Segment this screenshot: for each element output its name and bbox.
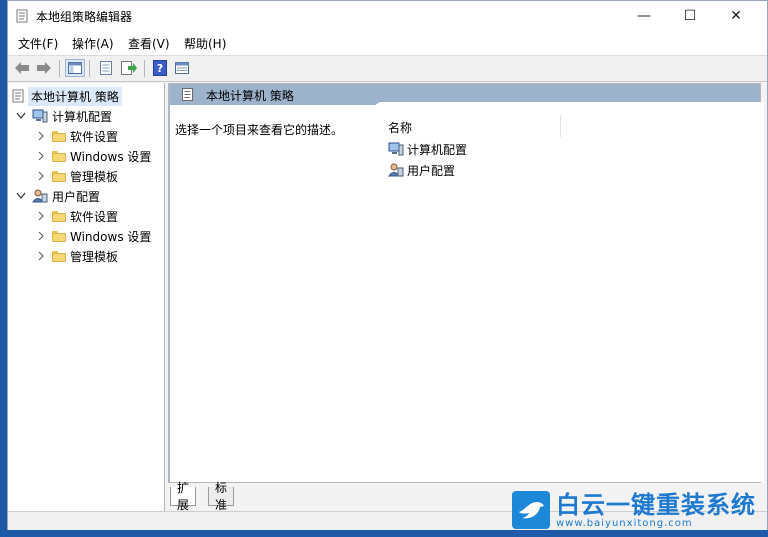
tab-extended[interactable]: 扩展: [170, 481, 197, 512]
tree-item-label: 软件设置: [70, 209, 119, 224]
maximize-button[interactable]: ☐: [667, 1, 713, 31]
tree-item-label: Windows 设置: [70, 149, 152, 164]
user-icon: [388, 163, 404, 177]
description-text: 选择一个项目来查看它的描述。: [175, 123, 344, 137]
toolbar-separator: [144, 60, 145, 77]
chevron-right-icon[interactable]: [36, 211, 46, 221]
tree-item-user-config[interactable]: 用户配置: [16, 186, 100, 206]
chevron-right-icon[interactable]: [36, 231, 46, 241]
maximize-icon: ☐: [683, 8, 697, 24]
minimize-icon: —: [637, 8, 651, 24]
toolbar-separator: [59, 60, 60, 77]
tree-item-user-windows-settings[interactable]: Windows 设置: [36, 226, 151, 246]
tree-root[interactable]: 本地计算机 策略: [12, 86, 122, 106]
back-button[interactable]: [12, 59, 32, 77]
details-header-title: 本地计算机 策略: [206, 89, 294, 103]
list-item-computer-config[interactable]: 计算机配置: [388, 140, 467, 158]
toolbar-separator: [89, 60, 90, 77]
export-list-icon: [121, 61, 137, 75]
tree-root-label: 本地计算机 策略: [28, 86, 122, 106]
menu-action[interactable]: 操作(A): [72, 35, 114, 52]
forward-button[interactable]: [34, 59, 54, 77]
toolbar: ?: [8, 56, 767, 82]
watermark-text: 白云一键重装系统: [556, 490, 756, 519]
tab-label: 扩展: [177, 481, 190, 512]
folder-icon: [52, 130, 66, 142]
tab-label: 标准: [215, 481, 228, 512]
folder-icon: [52, 250, 66, 262]
tree-pane: 本地计算机 策略 计算机配置 软件设置 Windows 设置 管理模板 用户配置: [8, 83, 165, 511]
computer-icon: [32, 109, 48, 123]
chevron-down-icon[interactable]: [16, 191, 26, 201]
policy-document-icon: [16, 9, 28, 23]
menu-view[interactable]: 查看(V): [128, 35, 170, 52]
column-header-name[interactable]: 名称: [388, 119, 412, 136]
app-window: 本地组策略编辑器 — ☐ ✕ 文件(F) 操作(A) 查看(V) 帮助(H) ?: [7, 0, 768, 530]
user-icon: [32, 189, 48, 203]
folder-icon: [52, 210, 66, 222]
bird-logo-icon: [512, 491, 550, 529]
items-list: 名称 计算机配置 用户配置: [374, 102, 764, 482]
tab-standard[interactable]: 标准: [208, 481, 235, 512]
chevron-right-icon[interactable]: [36, 171, 46, 181]
folder-icon: [52, 150, 66, 162]
menu-help[interactable]: 帮助(H): [184, 35, 226, 52]
tree-item-label: 管理模板: [70, 249, 119, 264]
tree-item-software-settings[interactable]: 软件设置: [36, 126, 118, 146]
tree-item-label: 管理模板: [70, 169, 119, 184]
arrow-right-icon: [37, 62, 51, 74]
help-icon: ?: [153, 60, 167, 76]
list-item-label: 用户配置: [407, 163, 456, 178]
folder-icon: [52, 170, 66, 182]
column-separator[interactable]: [560, 115, 561, 137]
menu-file[interactable]: 文件(F): [18, 35, 58, 52]
view-pane-button[interactable]: [172, 59, 192, 77]
folder-icon: [52, 230, 66, 242]
watermark-url: www.baiyunxitong.com: [556, 517, 693, 529]
tree-item-label: 用户配置: [52, 189, 101, 204]
list-item-user-config[interactable]: 用户配置: [388, 161, 455, 179]
details-pane: 本地计算机 策略 选择一个项目来查看它的描述。 名称 计算机配置 用户配置: [168, 83, 764, 483]
tree-item-user-software-settings[interactable]: 软件设置: [36, 206, 118, 226]
menu-bar: 文件(F) 操作(A) 查看(V) 帮助(H): [8, 31, 767, 56]
chevron-right-icon[interactable]: [36, 151, 46, 161]
tree-item-label: 计算机配置: [52, 109, 113, 124]
close-icon: ✕: [730, 8, 742, 24]
title-bar[interactable]: 本地组策略编辑器 — ☐ ✕: [8, 1, 767, 31]
window-title: 本地组策略编辑器: [36, 10, 133, 24]
help-button[interactable]: ?: [150, 59, 170, 77]
chevron-right-icon[interactable]: [36, 131, 46, 141]
arrow-left-icon: [15, 62, 29, 74]
minimize-button[interactable]: —: [621, 1, 667, 31]
export-list-button[interactable]: [119, 59, 139, 77]
tree-item-label: Windows 设置: [70, 229, 152, 244]
properties-icon: [100, 61, 112, 75]
policy-document-icon: [12, 89, 24, 103]
tree-item-computer-config[interactable]: 计算机配置: [16, 106, 112, 126]
show-hide-tree-button[interactable]: [65, 59, 85, 77]
show-hide-tree-icon: [68, 62, 82, 74]
properties-button[interactable]: [96, 59, 116, 77]
policy-document-icon: [182, 88, 193, 101]
tree-item-windows-settings[interactable]: Windows 设置: [36, 146, 151, 166]
svg-text:?: ?: [157, 62, 163, 75]
tree-item-label: 软件设置: [70, 129, 119, 144]
list-item-label: 计算机配置: [407, 142, 468, 157]
chevron-down-icon[interactable]: [16, 111, 26, 121]
close-button[interactable]: ✕: [713, 1, 759, 31]
tree-item-user-admin-templates[interactable]: 管理模板: [36, 246, 118, 266]
chevron-right-icon[interactable]: [36, 251, 46, 261]
view-pane-icon: [175, 62, 189, 74]
watermark-logo: 白云一键重装系统 www.baiyunxitong.com: [512, 491, 756, 529]
computer-icon: [388, 142, 404, 156]
tree-item-admin-templates[interactable]: 管理模板: [36, 166, 118, 186]
